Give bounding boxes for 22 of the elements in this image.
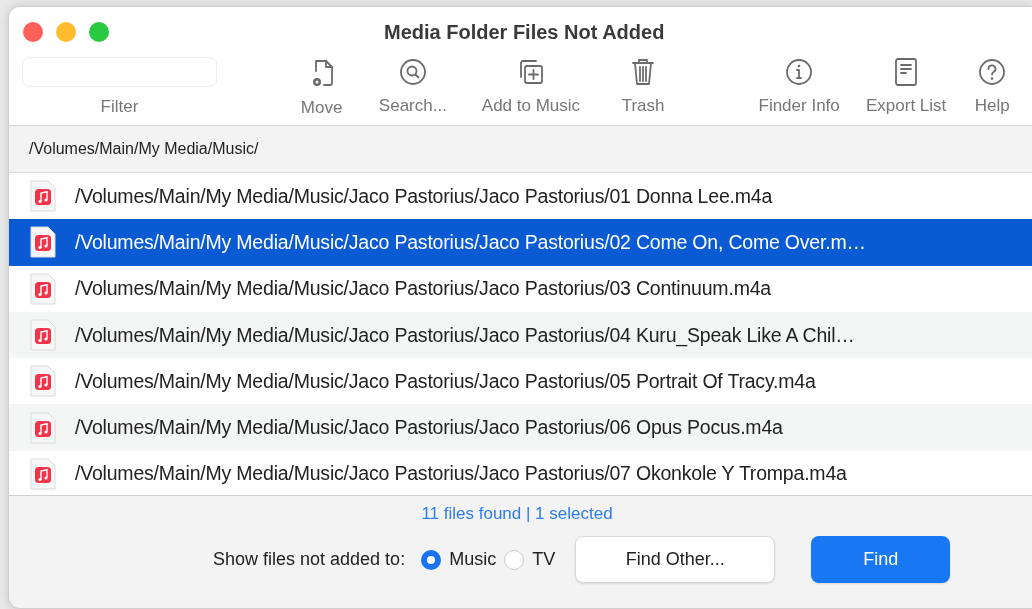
find-button[interactable]: Find bbox=[811, 536, 951, 583]
file-row[interactable]: /Volumes/Main/My Media/Music/Jaco Pastorius/Jaco Pastorius/02 Come On, Come Over.m… bbox=[9, 219, 1032, 266]
show-files-label: Show files not added to: bbox=[213, 549, 406, 570]
file-path: /Volumes/Main/My Media/Music/Jaco Pastorius/Jaco Pastorius/03 Continuum.m4a bbox=[75, 277, 771, 301]
file-path: /Volumes/Main/My Media/Music/Jaco Pastorius/Jaco Pastorius/06 Opus Pocus.m4a bbox=[75, 416, 783, 440]
toolbar-button[interactable]: Move bbox=[277, 57, 367, 118]
window-title: Media Folder Files Not Added bbox=[384, 20, 665, 44]
toolbar-button[interactable]: Search... bbox=[368, 57, 458, 116]
file-row[interactable]: /Volumes/Main/My Media/Music/Jaco Pastorius/Jaco Pastorius/06 Opus Pocus.m4a bbox=[9, 404, 1032, 451]
status-text: 11 files found | 1 selected bbox=[420, 503, 614, 524]
file-path: /Volumes/Main/My Media/Music/Jaco Pastorius/Jaco Pastorius/02 Come On, Come Over.m… bbox=[75, 230, 866, 254]
file-row[interactable]: /Volumes/Main/My Media/Music/Jaco Pastorius/Jaco Pastorius/04 Kuru_Speak Like A Chil… bbox=[9, 311, 1032, 359]
file-path: /Volumes/Main/My Media/Music/Jaco Pastorius/Jaco Pastorius/05 Portrait Of Tracy.m4a bbox=[75, 369, 816, 393]
file-path: /Volumes/Main/My Media/Music/Jaco Pastorius/Jaco Pastorius/01 Donna Lee.m4a bbox=[75, 184, 773, 208]
file-path: /Volumes/Main/My Media/Music/Jaco Pastorius/Jaco Pastorius/04 Kuru_Speak Like A Chil… bbox=[75, 323, 855, 347]
radio-label: TV bbox=[532, 549, 556, 570]
toolbar-button[interactable]: Add to Music bbox=[466, 57, 596, 116]
radio-label: Music bbox=[449, 549, 497, 570]
find-other-button[interactable]: Find Other... bbox=[575, 536, 776, 583]
file-path: /Volumes/Main/My Media/Music/Jaco Pastorius/Jaco Pastorius/07 Okonkole Y Trompa.m4a bbox=[75, 462, 847, 486]
toolbar-button[interactable]: Trash bbox=[598, 57, 688, 116]
filter-label: Filter bbox=[100, 97, 139, 117]
